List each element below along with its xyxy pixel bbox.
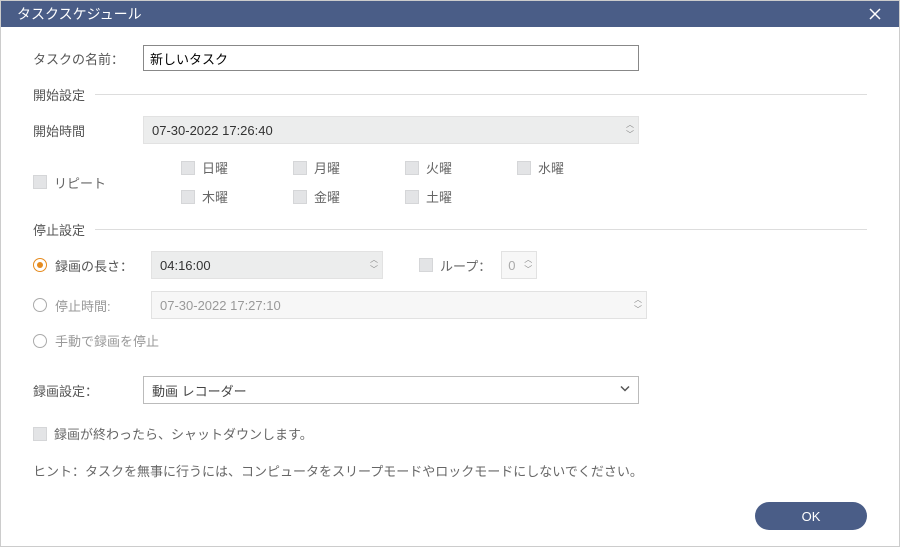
stop-section-heading: 停止設定 [33, 220, 867, 239]
chevron-up-icon[interactable]: ︿ [626, 121, 634, 129]
stop-time-label: 停止時間: [55, 296, 111, 315]
length-field[interactable]: 04:16:00 ︿ ﹀ [151, 251, 383, 279]
start-section-heading: 開始設定 [33, 85, 867, 104]
day-fri-checkbox[interactable]: 金曜 [293, 187, 405, 206]
loop-count-value: 0 [508, 258, 515, 273]
length-label: 録画の長さ： [55, 256, 133, 275]
chevron-down-icon [618, 382, 632, 399]
record-settings-label: 録画設定： [33, 381, 143, 400]
stop-time-stepper[interactable]: ︿ ﹀ [634, 294, 642, 316]
ok-button[interactable]: OK [755, 502, 867, 530]
day-tue-checkbox[interactable]: 火曜 [405, 158, 517, 177]
chevron-up-icon[interactable]: ︿ [370, 256, 378, 264]
chevron-down-icon[interactable]: ﹀ [370, 266, 378, 274]
loop-label: ループ： [440, 256, 491, 275]
chevron-up-icon[interactable]: ︿ [634, 296, 642, 304]
start-time-stepper[interactable]: ︿ ﹀ [626, 119, 634, 141]
length-stepper[interactable]: ︿ ﹀ [370, 254, 378, 276]
loop-stepper[interactable]: ︿ ﹀ [524, 254, 532, 276]
day-wed-checkbox[interactable]: 水曜 [517, 158, 629, 177]
day-sat-checkbox[interactable]: 土曜 [405, 187, 517, 206]
task-name-input[interactable] [143, 45, 639, 71]
start-time-field[interactable]: 07-30-2022 17:26:40 ︿ ﹀ [143, 116, 639, 144]
titlebar: タスクスケジュール [1, 1, 899, 27]
length-value: 04:16:00 [160, 258, 211, 273]
recorder-select-value: 動画 レコーダー [152, 381, 247, 400]
task-schedule-dialog: タスクスケジュール タスクの名前： 開始設定 開始時間 07-30-2022 1… [0, 0, 900, 547]
loop-count-field[interactable]: 0 ︿ ﹀ [501, 251, 537, 279]
length-radio[interactable]: 録画の長さ： [33, 256, 151, 275]
loop-checkbox[interactable]: ループ： [419, 256, 491, 275]
day-mon-checkbox[interactable]: 月曜 [293, 158, 405, 177]
manual-stop-radio[interactable]: 手動で録画を停止 [33, 331, 159, 350]
close-icon[interactable] [867, 6, 883, 22]
chevron-down-icon[interactable]: ﹀ [626, 131, 634, 139]
day-sun-checkbox[interactable]: 日曜 [181, 158, 293, 177]
start-time-value: 07-30-2022 17:26:40 [152, 123, 273, 138]
dialog-title: タスクスケジュール [17, 4, 142, 24]
start-time-label: 開始時間 [33, 121, 143, 140]
stop-time-radio[interactable]: 停止時間: [33, 296, 151, 315]
hint-text: ヒント：タスクを無事に行うには、コンピュータをスリープモードやロックモードにしな… [33, 461, 867, 480]
task-name-label: タスクの名前： [33, 49, 143, 68]
recorder-select[interactable]: 動画 レコーダー [143, 376, 639, 404]
chevron-up-icon[interactable]: ︿ [524, 256, 532, 264]
manual-stop-label: 手動で録画を停止 [55, 331, 159, 350]
chevron-down-icon[interactable]: ﹀ [524, 266, 532, 274]
repeat-label: リピート [54, 173, 106, 192]
stop-time-field[interactable]: 07-30-2022 17:27:10 ︿ ﹀ [151, 291, 647, 319]
repeat-checkbox[interactable]: リピート [33, 173, 106, 192]
chevron-down-icon[interactable]: ﹀ [634, 306, 642, 314]
day-thu-checkbox[interactable]: 木曜 [181, 187, 293, 206]
stop-time-value: 07-30-2022 17:27:10 [160, 298, 281, 313]
shutdown-checkbox[interactable]: 録画が終わったら、シャットダウンします。 [33, 424, 313, 443]
shutdown-label: 録画が終わったら、シャットダウンします。 [54, 424, 313, 443]
